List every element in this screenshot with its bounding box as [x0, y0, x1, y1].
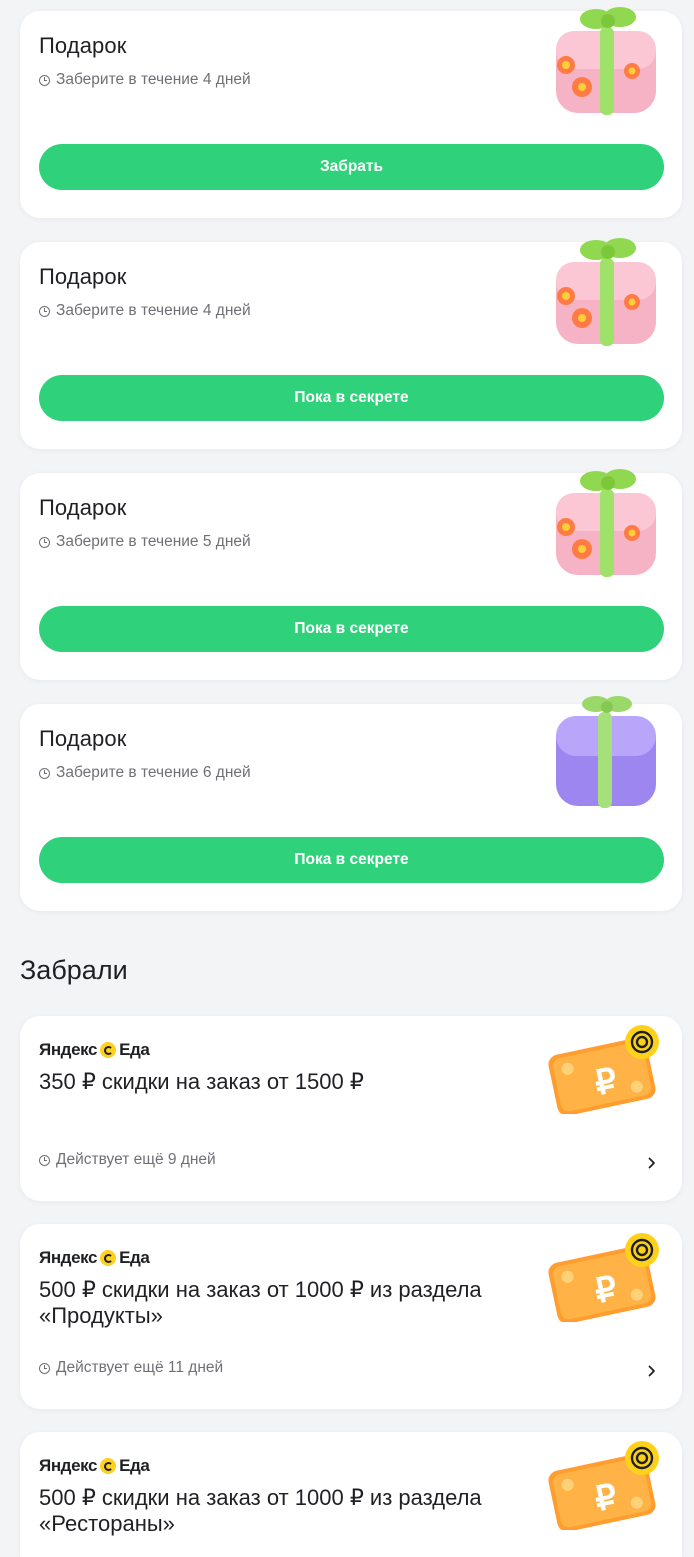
- gift-card: Подарок Заберите в течение 6 дней Пока в…: [20, 696, 682, 911]
- clock-icon: [39, 767, 50, 779]
- pink-gift-icon: [556, 7, 656, 115]
- gift-title: Подарок: [39, 264, 127, 289]
- brand-name-right: Еда: [119, 1456, 150, 1475]
- purple-gift-icon: [556, 696, 656, 808]
- promo-validity: Действует ещё 11 дней: [39, 1359, 223, 1377]
- secret-button[interactable]: Пока в секрете: [39, 375, 664, 421]
- promo-card[interactable]: Яндекс Еда 500 ₽ скидки на заказ от 1000…: [20, 1224, 682, 1409]
- gift-expiry: Заберите в течение 4 дней: [39, 71, 251, 89]
- promo-title: 500 ₽ скидки на заказ от 1000 ₽ из разде…: [39, 1485, 482, 1536]
- secret-button[interactable]: Пока в секрете: [39, 837, 664, 883]
- claim-button[interactable]: Забрать: [39, 144, 664, 190]
- gift-expiry-text: Заберите в течение 5 дней: [56, 533, 251, 550]
- gift-expiry-text: Заберите в течение 6 дней: [56, 764, 251, 781]
- pink-gift-icon: [556, 469, 656, 577]
- promo-card[interactable]: Яндекс Еда 500 ₽ скидки на заказ от 1000…: [20, 1432, 682, 1557]
- gift-card: Подарок Заберите в течение 5 дней Пока в…: [20, 469, 682, 680]
- clock-icon: [39, 74, 50, 86]
- ruble-coupon-icon: ₽: [548, 1441, 659, 1530]
- secret-button[interactable]: Пока в секрете: [39, 606, 664, 652]
- brand-logo: Яндекс Еда: [39, 1040, 150, 1060]
- section-title: Забрали: [20, 955, 128, 985]
- gift-title: Подарок: [39, 33, 127, 58]
- gift-title: Подарок: [39, 495, 127, 520]
- gift-card: Подарок Заберите в течение 4 дней Пока в…: [20, 238, 682, 449]
- gift-expiry: Заберите в течение 5 дней: [39, 533, 251, 551]
- gift-expiry: Заберите в течение 4 дней: [39, 302, 251, 320]
- gift-card: Подарок Заберите в течение 4 дней Забрат…: [20, 7, 682, 218]
- brand-name-right: Еда: [119, 1248, 150, 1267]
- promo-validity: Действует ещё 9 дней: [39, 1151, 216, 1169]
- promo-validity-text: Действует ещё 9 дней: [56, 1151, 216, 1168]
- brand-logo: Яндекс Еда: [39, 1248, 150, 1268]
- clock-icon: [39, 1154, 50, 1166]
- chevron-right-icon[interactable]: [644, 1155, 660, 1171]
- gift-expiry-text: Заберите в течение 4 дней: [56, 71, 251, 88]
- promo-validity-text: Действует ещё 11 дней: [56, 1359, 224, 1376]
- promo-card[interactable]: Яндекс Еда 350 ₽ скидки на заказ от 1500…: [20, 1016, 682, 1201]
- clock-icon: [39, 305, 50, 317]
- promo-title: 350 ₽ скидки на заказ от 1500 ₽: [39, 1069, 364, 1094]
- brand-name-right: Еда: [119, 1040, 150, 1059]
- brand-name-left: Яндекс: [39, 1456, 98, 1475]
- clock-icon: [39, 1362, 50, 1374]
- brand-name-left: Яндекс: [39, 1040, 98, 1059]
- eda-logo-icon: [100, 1458, 117, 1474]
- pink-gift-icon: [556, 238, 656, 346]
- gift-expiry: Заберите в течение 6 дней: [39, 764, 251, 782]
- clock-icon: [39, 536, 50, 548]
- ruble-coupon-icon: ₽: [548, 1025, 659, 1114]
- ruble-coupon-icon: ₽: [548, 1233, 659, 1322]
- gift-expiry-text: Заберите в течение 4 дней: [56, 302, 251, 319]
- eda-logo-icon: [100, 1042, 117, 1058]
- chevron-right-icon[interactable]: [644, 1363, 660, 1379]
- eda-logo-icon: [100, 1250, 117, 1266]
- promo-title: 500 ₽ скидки на заказ от 1000 ₽ из разде…: [39, 1277, 482, 1328]
- gift-title: Подарок: [39, 726, 127, 751]
- brand-logo: Яндекс Еда: [39, 1456, 150, 1476]
- brand-name-left: Яндекс: [39, 1248, 98, 1267]
